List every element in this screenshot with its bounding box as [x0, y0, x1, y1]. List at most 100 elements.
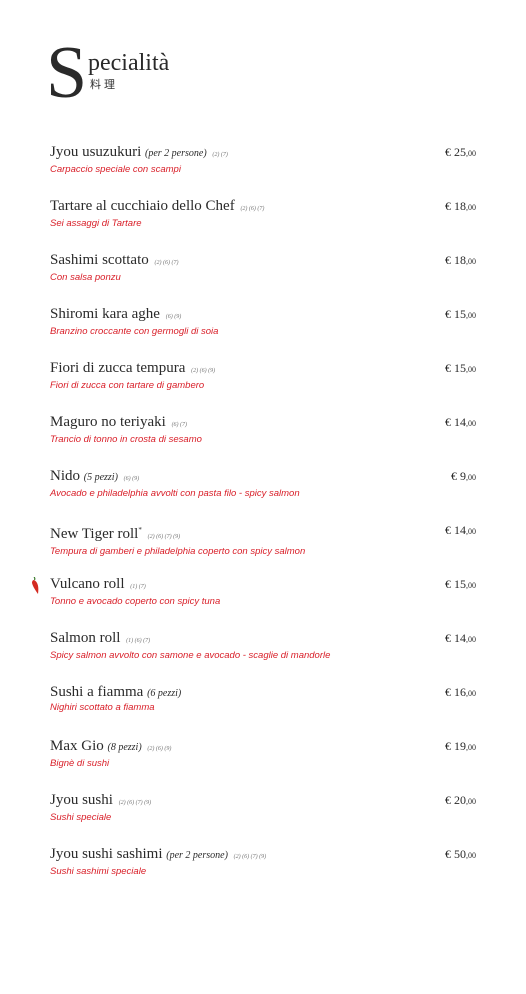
price-whole: 15: [454, 307, 466, 321]
menu-item: Vulcano roll (1) (7) Tonno e avocado cope…: [32, 576, 480, 630]
menu-item-price: € 18,00: [445, 199, 476, 215]
price-whole: 18: [454, 253, 466, 267]
menu-item-note: (per 2 persone): [145, 148, 207, 159]
price-cents: ,00: [466, 635, 476, 644]
price-cents: ,00: [466, 419, 476, 428]
menu-item-note: (8 pezzi): [107, 742, 142, 753]
menu-item-title: Jyou sushi (2) (6) (7) (9): [50, 792, 480, 812]
currency-symbol: €: [445, 145, 451, 159]
menu-item-description: Spicy salmon avvolto con samone e avocad…: [50, 650, 331, 661]
menu-item: Jyou usuzukuri (per 2 persone) (2) (7) Ca…: [50, 144, 480, 198]
menu-item: Shiromi kara aghe (6) (9) Branzino crocca…: [50, 306, 480, 360]
menu-item: Max Gio (8 pezzi) (2) (6) (9) Bignè di su…: [50, 738, 480, 792]
menu-item: Jyou sushi sashimi (per 2 persone) (2) (…: [50, 846, 480, 900]
menu-item-price: € 25,00: [445, 145, 476, 161]
menu-item-price: € 50,00: [445, 847, 476, 863]
price-whole: 25: [454, 145, 466, 159]
menu-item-allergens: (2) (6) (9): [191, 368, 216, 374]
price-cents: ,00: [466, 365, 476, 374]
menu-item-title: Nido (5 pezzi) (6) (9): [50, 468, 480, 488]
menu-item-description: Bignè di sushi: [50, 758, 110, 769]
menu-item-note: (6 pezzi): [147, 688, 182, 699]
menu-item-price: € 9,00: [451, 469, 476, 485]
menu-item-name: Jyou usuzukuri: [50, 144, 142, 160]
currency-symbol: €: [445, 307, 451, 321]
menu-item-title: Fiori di zucca tempura (2) (6) (9): [50, 360, 480, 380]
menu-item-price: € 19,00: [445, 739, 476, 755]
page-header: S pecialità 料理: [46, 36, 346, 116]
menu-item-price: € 14,00: [445, 415, 476, 431]
menu-item: New Tiger roll* (2) (6) (7) (9) Tempura d…: [50, 522, 480, 576]
menu-item-allergens: (2) (6) (7) (9): [147, 534, 181, 540]
menu-item-name: Salmon roll: [50, 630, 121, 646]
menu-item: Sashimi scottato (2) (6) (7) Con salsa po…: [50, 252, 480, 306]
menu-item: Fiori di zucca tempura (2) (6) (9) Fiori …: [50, 360, 480, 414]
menu-item-allergens: (6) (9): [165, 314, 182, 320]
menu-item-price: € 18,00: [445, 253, 476, 269]
currency-symbol: €: [445, 739, 451, 753]
price-whole: 14: [454, 523, 466, 537]
currency-symbol: €: [445, 847, 451, 861]
menu-item-description: Branzino croccante con germogli di soia: [50, 326, 219, 337]
menu-item-allergens: (1) (7): [130, 584, 146, 590]
menu-item-note: (per 2 persone): [166, 850, 228, 861]
menu-item-description: Nighiri scottato a fiamma: [50, 702, 155, 713]
menu-item-name: Shiromi kara aghe: [50, 306, 160, 322]
menu-item-allergens: (2) (6) (7): [154, 260, 179, 266]
price-whole: 20: [454, 793, 466, 807]
menu-item-name: Max Gio: [50, 738, 104, 754]
price-whole: 15: [454, 577, 466, 591]
menu-item-name: Tartare al cucchiaio dello Chef: [50, 198, 235, 214]
menu-item-allergens: (6) (9): [123, 476, 140, 482]
menu-item-price: € 14,00: [445, 523, 476, 539]
menu-item-price: € 14,00: [445, 631, 476, 647]
price-whole: 18: [454, 199, 466, 213]
menu-item: Jyou sushi (2) (6) (7) (9) Sushi speciale…: [50, 792, 480, 846]
menu-item-title: Sashimi scottato (2) (6) (7): [50, 252, 480, 272]
currency-symbol: €: [445, 685, 451, 699]
price-whole: 14: [454, 631, 466, 645]
menu-item-description: Sei assaggi di Tartare: [50, 218, 142, 229]
menu-item-description: Sushi speciale: [50, 812, 112, 823]
menu-item-allergens: (2) (6) (9): [147, 746, 172, 752]
currency-symbol: €: [445, 577, 451, 591]
menu-item-title: Jyou usuzukuri (per 2 persone) (2) (7): [50, 144, 480, 164]
menu-item-title: Salmon roll (1) (6) (7): [50, 630, 480, 650]
price-cents: ,00: [466, 581, 476, 590]
currency-symbol: €: [445, 523, 451, 537]
price-cents: ,00: [466, 257, 476, 266]
page-title: pecialità: [88, 50, 170, 76]
menu-item-description: Avocado e philadelphia avvolti con pasta…: [50, 488, 300, 499]
menu-item-title: Tartare al cucchiaio dello Chef (2) (6) …: [50, 198, 480, 218]
menu-item-description: Tonno e avocado coperto con spicy tuna: [50, 596, 221, 607]
menu-item-price: € 20,00: [445, 793, 476, 809]
menu-item-marker: *: [138, 526, 142, 534]
price-cents: ,00: [466, 851, 476, 860]
menu-item-title: Vulcano roll (1) (7): [50, 576, 480, 596]
menu-item-allergens: (2) (6) (7) (9): [233, 854, 267, 860]
menu-item-title: Jyou sushi sashimi (per 2 persone) (2) (…: [50, 846, 480, 866]
menu-item-description: Trancio di tonno in crosta di sesamo: [50, 434, 202, 445]
menu-item-allergens: (2) (6) (7) (9): [118, 800, 152, 806]
currency-symbol: €: [445, 361, 451, 375]
price-whole: 14: [454, 415, 466, 429]
menu-list: Jyou usuzukuri (per 2 persone) (2) (7) Ca…: [32, 144, 480, 900]
menu-item-name: Maguro no teriyaki: [50, 414, 166, 430]
currency-symbol: €: [445, 793, 451, 807]
menu-item-description: Fiori di zucca con tartare di gambero: [50, 380, 205, 391]
menu-item-allergens: (2) (7): [212, 152, 228, 158]
menu-item-description: Tempura di gamberi e philadelphia copert…: [50, 546, 306, 557]
menu-item: Tartare al cucchiaio dello Chef (2) (6) …: [50, 198, 480, 252]
menu-item: Maguro no teriyaki (6) (7) Trancio di ton…: [50, 414, 480, 468]
menu-item-name: Sushi a fiamma: [50, 684, 144, 700]
menu-item-title: Shiromi kara aghe (6) (9): [50, 306, 480, 326]
page-subtitle-cjk: 料理: [90, 78, 118, 91]
menu-item-name: Vulcano roll: [50, 576, 125, 592]
price-cents: ,00: [466, 149, 476, 158]
price-cents: ,00: [466, 743, 476, 752]
menu-item-title: New Tiger roll* (2) (6) (7) (9): [50, 522, 480, 546]
menu-item-title: Sushi a fiamma (6 pezzi): [50, 684, 480, 702]
menu-item: Sushi a fiamma (6 pezzi) Nighiri scottato…: [50, 684, 480, 738]
chili-pepper-icon: [31, 576, 40, 600]
menu-item: Salmon roll (1) (6) (7) Spicy salmon avvo…: [50, 630, 480, 684]
